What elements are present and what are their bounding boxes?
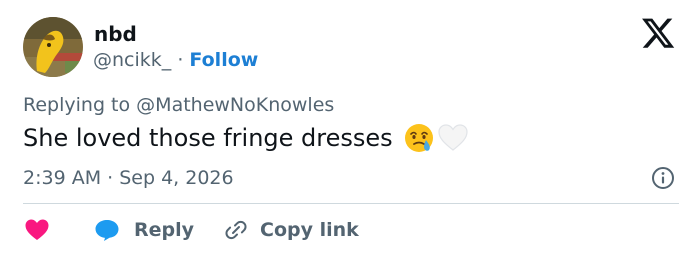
follow-button[interactable]: Follow <box>189 49 258 71</box>
reply-button[interactable]: Reply <box>94 218 194 242</box>
separator-dot: · <box>177 49 184 71</box>
avatar-image <box>23 17 83 77</box>
copy-link-button[interactable]: Copy link <box>224 218 359 242</box>
avatar[interactable] <box>23 17 83 77</box>
action-bar: Reply Copy link <box>24 216 359 244</box>
tweet-embed: nbd @ncikk_ · Follow Replying to @Mathew… <box>0 0 700 256</box>
reply-label: Reply <box>134 219 195 241</box>
author-handle-line: @ncikk_ · Follow <box>93 48 258 72</box>
like-button[interactable] <box>24 218 50 242</box>
speech-bubble-icon <box>95 220 119 241</box>
link-icon <box>225 220 247 240</box>
replying-to-line: Replying to @MathewNoKnowles <box>23 93 334 117</box>
author-display-name[interactable]: nbd <box>94 21 137 47</box>
white-heart-icon <box>438 124 468 151</box>
author-handle[interactable]: @ncikk_ <box>93 49 171 71</box>
heart-icon <box>25 219 49 240</box>
tweet-body: She loved those fringe dresses <box>23 124 393 152</box>
copy-link-label: Copy link <box>260 219 359 241</box>
info-icon[interactable] <box>651 166 675 190</box>
face-holding-back-tears-icon <box>404 124 433 152</box>
x-logo-icon[interactable] <box>641 18 675 48</box>
tweet-text: She loved those fringe dresses <box>23 122 469 154</box>
replying-to-mention[interactable]: @MathewNoKnowles <box>136 94 334 116</box>
replying-to-prefix: Replying to <box>23 94 131 116</box>
tweet-timestamp[interactable]: 2:39 AM · Sep 4, 2026 <box>23 166 234 190</box>
divider <box>23 203 679 204</box>
